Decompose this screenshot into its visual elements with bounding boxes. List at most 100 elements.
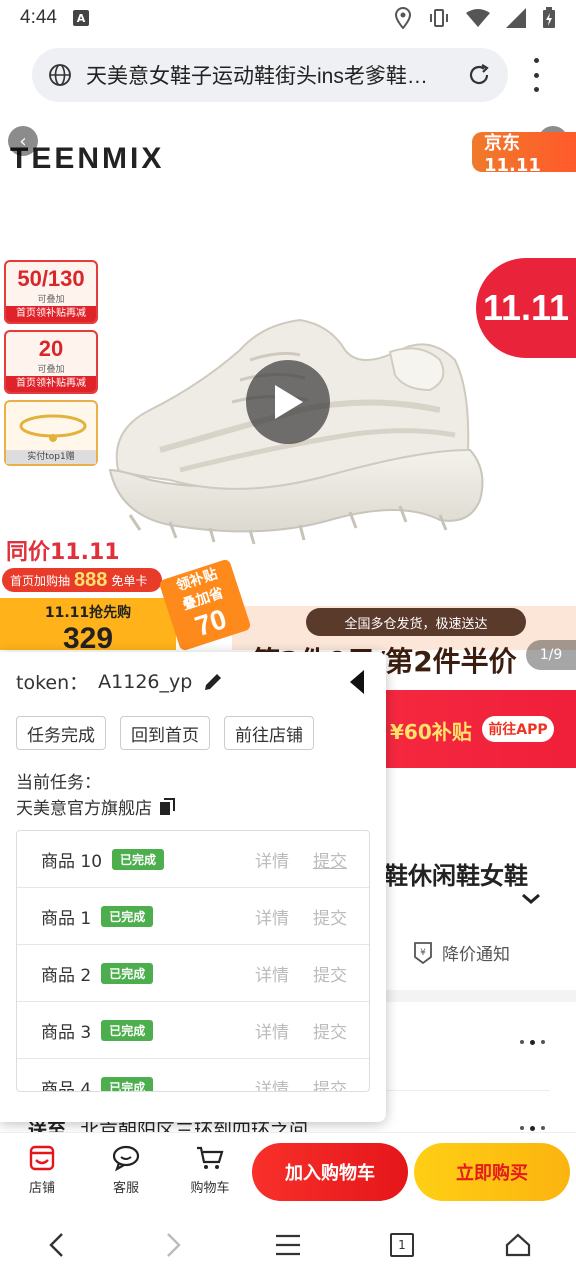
task-panel: token： A1126_yp 任务完成 回到首页 前往店铺 当前任务： 天美意… — [0, 652, 386, 1122]
lucky-draw-tag: 首页加购抽 888 免单卡 — [2, 568, 162, 592]
add-to-cart-button[interactable]: 加入购物车 — [252, 1143, 408, 1201]
collapse-panel-icon[interactable] — [348, 668, 366, 696]
nav-forward-button[interactable] — [154, 1230, 194, 1260]
wifi-icon — [466, 9, 490, 27]
more-options-icon[interactable] — [520, 1040, 545, 1045]
same-price-label: 同价11.11 — [6, 540, 120, 565]
coupon-amount: 50/130 — [17, 266, 85, 291]
current-shop-name: 天美意官方旗舰店 — [16, 799, 152, 819]
reload-icon[interactable] — [466, 62, 492, 88]
menu-icon — [276, 1234, 300, 1256]
task-list[interactable]: 商品 10 已完成 详情 提交 商品 1 已完成 详情 提交 商品 2 已完成 … — [16, 830, 370, 1092]
copy-icon[interactable] — [158, 797, 178, 817]
status-badge: 已完成 — [112, 848, 165, 870]
gift-bracelet-card: 实付top1赠 — [4, 400, 98, 466]
address-bar[interactable]: 天美意女鞋子运动鞋街头ins老爹鞋… — [32, 48, 508, 102]
location-icon — [394, 7, 412, 29]
task-submit-link[interactable]: 提交 — [313, 961, 347, 986]
task-name: 商品 10 — [41, 851, 103, 872]
coupon-note: 可叠加 — [37, 365, 65, 375]
task-submit-link[interactable]: 提交 — [313, 847, 347, 872]
presale-title: 11.11抢先购 — [44, 605, 132, 621]
task-detail-link[interactable]: 详情 — [255, 1075, 289, 1092]
task-name: 商品 3 — [41, 1022, 92, 1043]
task-name: 商品 2 — [41, 965, 92, 986]
token-row: token： A1126_yp — [16, 668, 224, 695]
section-divider — [384, 990, 576, 1002]
coupon-note: 可叠加 — [37, 295, 65, 305]
task-row[interactable]: 商品 3 已完成 详情 提交 — [17, 1002, 369, 1059]
current-shop-row: 天美意官方旗舰店 — [16, 794, 178, 819]
back-arrow-icon[interactable]: ‹ — [8, 126, 38, 156]
play-video-button[interactable] — [246, 360, 330, 444]
coupon-strip: 首页领补贴再减 — [6, 376, 96, 392]
chevron-down-icon[interactable] — [520, 892, 542, 906]
lucky-draw-label: 首页加购抽 — [10, 573, 71, 588]
nav-back-button[interactable] — [36, 1230, 76, 1260]
home-icon — [505, 1233, 531, 1257]
chat-icon — [112, 1145, 140, 1172]
status-badge: 已完成 — [101, 962, 154, 984]
open-app-button[interactable]: 前往APP — [482, 716, 554, 742]
product-title: 鞋休闲鞋女鞋 — [384, 862, 528, 890]
price-alert-button[interactable]: ¥ 降价通知 — [412, 940, 510, 965]
go-to-store-button[interactable]: 前往店铺 — [224, 716, 314, 750]
customer-service-button[interactable]: 客服 — [96, 1143, 156, 1196]
cart-icon — [197, 1146, 224, 1169]
token-value: A1126_yp — [98, 670, 193, 693]
accessibility-icon: A — [72, 10, 89, 26]
signal-icon — [506, 8, 526, 28]
task-submit-link[interactable]: 提交 — [313, 904, 347, 929]
task-submit-link[interactable]: 提交 — [313, 1075, 347, 1092]
nav-home-button[interactable] — [498, 1230, 538, 1260]
status-badge: 已完成 — [101, 905, 154, 927]
price-tag-icon: ¥ — [414, 941, 432, 964]
task-detail-link[interactable]: 详情 — [255, 847, 289, 872]
status-time: 4:44 — [20, 7, 57, 28]
task-detail-link[interactable]: 详情 — [255, 1018, 289, 1043]
back-icon — [49, 1233, 63, 1257]
task-row[interactable]: 商品 4 已完成 详情 提交 — [17, 1059, 369, 1092]
task-complete-button[interactable]: 任务完成 — [16, 716, 106, 750]
coupon-card: 50/130 可叠加 首页领补贴再减 — [4, 260, 98, 324]
task-row[interactable]: 商品 10 已完成 详情 提交 — [17, 831, 369, 888]
task-submit-link[interactable]: 提交 — [313, 1018, 347, 1043]
status-bar: 4:44 A — [0, 0, 576, 36]
svg-text:¥: ¥ — [420, 948, 426, 958]
cart-button[interactable]: 购物车 — [180, 1143, 240, 1196]
lucky-draw-number: 888 — [74, 568, 108, 591]
shop-button[interactable]: 店铺 — [12, 1143, 72, 1196]
play-icon — [275, 385, 303, 419]
nav-menu-button[interactable] — [268, 1230, 308, 1260]
globe-icon — [49, 64, 71, 86]
edit-pencil-icon[interactable] — [202, 671, 224, 693]
row-divider — [384, 1090, 550, 1091]
browser-nav-bar: 1 — [0, 1210, 576, 1280]
task-row[interactable]: 商品 1 已完成 详情 提交 — [17, 888, 369, 945]
lucky-draw-suffix: 免单卡 — [111, 573, 148, 588]
image-counter: 1/9 — [526, 640, 576, 670]
task-detail-link[interactable]: 详情 — [255, 961, 289, 986]
task-row[interactable]: 商品 2 已完成 详情 提交 — [17, 945, 369, 1002]
1111-badge: 11.11 — [476, 258, 576, 358]
tabs-icon: 1 — [390, 1233, 414, 1257]
coupon-amount: 20 — [38, 336, 64, 361]
token-label: token： — [16, 672, 89, 694]
task-name: 商品 4 — [41, 1079, 92, 1092]
presale-price-block: 11.11抢先购 329 — [0, 598, 176, 655]
battery-icon — [543, 7, 555, 28]
cart-label: 购物车 — [190, 1181, 230, 1196]
task-detail-link[interactable]: 详情 — [255, 904, 289, 929]
vibrate-icon — [430, 9, 448, 27]
status-badge: 已完成 — [101, 1019, 154, 1041]
service-label: 客服 — [112, 1181, 139, 1196]
coupon-strip: 首页领补贴再减 — [6, 306, 96, 322]
nav-tabs-button[interactable]: 1 — [382, 1230, 422, 1260]
back-home-button[interactable]: 回到首页 — [120, 716, 210, 750]
buy-now-button[interactable]: 立即购买 — [414, 1143, 570, 1201]
shop-icon — [29, 1145, 55, 1171]
more-options-icon[interactable] — [520, 1126, 545, 1131]
forward-icon — [167, 1233, 181, 1257]
browser-menu-icon[interactable] — [522, 58, 550, 92]
url-text[interactable]: 天美意女鞋子运动鞋街头ins老爹鞋… — [86, 60, 456, 90]
